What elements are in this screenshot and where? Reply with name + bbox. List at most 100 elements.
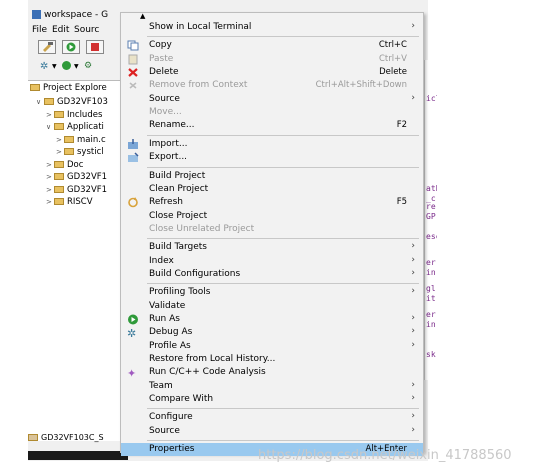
menu-item-label: Close Unrelated Project (149, 223, 255, 234)
menu-item-export[interactable]: Export... (121, 151, 423, 164)
menu-item-copy[interactable]: Copy Ctrl+C (121, 39, 423, 52)
project-icon (28, 434, 38, 441)
svg-text:✲: ✲ (127, 327, 136, 338)
editor-text: esc (426, 232, 437, 241)
folder-icon (54, 160, 64, 168)
chevron-right-icon[interactable]: > (46, 111, 54, 119)
menu-item-team[interactable]: Team › (121, 380, 423, 393)
menu-item-rename[interactable]: Rename... F2 (121, 119, 423, 132)
menu-item-source[interactable]: Source › (121, 425, 423, 438)
chevron-down-icon[interactable]: ∨ (46, 123, 54, 131)
menu-item-refresh[interactable]: Refresh F5 (121, 196, 423, 209)
menu-item-clean-project[interactable]: Clean Project (121, 183, 423, 196)
menu-item-import[interactable]: Import... (121, 138, 423, 151)
menu-item-show-in-local-terminal[interactable]: Show in Local Terminal › (121, 21, 423, 34)
menu-item-label: Debug As (149, 327, 193, 338)
remove-context-icon (127, 80, 139, 91)
profile-toolbar-icon[interactable]: ⚙ (84, 61, 92, 71)
menu-item-compare-with[interactable]: Compare With › (121, 393, 423, 406)
menu-item-run-c-c-code-analysis[interactable]: ✦ Run C/C++ Code Analysis (121, 366, 423, 380)
editor-text: er (426, 310, 436, 319)
chevron-down-icon[interactable]: ∨ (36, 98, 44, 106)
menu-item-label: Run C/C++ Code Analysis (149, 367, 266, 378)
bottom-status: GD32VF103C_S (28, 433, 123, 447)
chevron-right-icon: › (411, 286, 415, 297)
editor-text: GP (426, 212, 436, 221)
menu-item-label: Validate (149, 300, 186, 311)
window-title: workspace - G (44, 10, 109, 20)
menu-item-shortcut: Delete (379, 67, 407, 78)
eclipse-logo-icon (32, 10, 41, 19)
menu-item-build-targets[interactable]: Build Targets › (121, 241, 423, 254)
menu-item-source[interactable]: Source › (121, 93, 423, 106)
run-button[interactable] (62, 40, 80, 54)
chevron-right-icon[interactable]: > (46, 198, 54, 206)
menu-item-label: Rename... (149, 120, 195, 131)
bottom-project-label: GD32VF103C_S (41, 433, 104, 442)
menu-item-run-as[interactable]: Run As › (121, 313, 423, 326)
menu-item-build-configurations[interactable]: Build Configurations › (121, 268, 423, 281)
menu-item-restore-from-local-history[interactable]: Restore from Local History... (121, 353, 423, 366)
menu-item-label: Source (149, 425, 180, 436)
folder-icon (54, 185, 64, 193)
menu-item-close-project[interactable]: Close Project (121, 210, 423, 223)
scroll-up-icon[interactable]: ▲ (140, 12, 145, 20)
debug-toolbar-icon[interactable]: ✲ (40, 61, 48, 72)
menu-source[interactable]: Sourc (74, 25, 99, 35)
editor-text: iclu (426, 94, 437, 103)
tree-item[interactable]: ∨ Applicati (46, 122, 104, 134)
menu-item-configure[interactable]: Configure › (121, 411, 423, 424)
tree-item-label: Applicati (67, 122, 104, 132)
chevron-right-icon: › (411, 393, 415, 404)
explorer-tab[interactable]: Project Explore (30, 83, 107, 95)
folder-icon (54, 123, 64, 130)
tree-item[interactable]: > GD32VF1 (46, 185, 107, 197)
chevron-right-icon: › (411, 313, 415, 323)
hammer-build-button[interactable] (38, 40, 56, 54)
run-toolbar-icon[interactable] (62, 61, 71, 70)
menu-edit[interactable]: Edit (52, 25, 69, 35)
tree-item[interactable]: > main.c (56, 135, 106, 147)
menu-item-delete[interactable]: Delete Delete (121, 66, 423, 79)
menu-item-label: Paste (149, 53, 174, 64)
chevron-right-icon[interactable]: > (46, 186, 54, 194)
menu-item-label: Delete (149, 67, 179, 78)
tree-item[interactable]: > Doc (46, 160, 83, 172)
chevron-down-icon[interactable]: ▼ (52, 63, 57, 70)
editor-fragment: icluathe_creGPesceringliterinsk (424, 60, 437, 380)
tree-item-label: Includes (67, 109, 103, 120)
menu-item-close-unrelated-project: Close Unrelated Project (121, 223, 423, 236)
chevron-right-icon: › (411, 339, 415, 350)
menu-item-profiling-tools[interactable]: Profiling Tools › (121, 286, 423, 299)
menu-item-profile-as[interactable]: Profile As › (121, 340, 423, 353)
menu-item-label: Refresh (149, 197, 183, 208)
stop-button[interactable] (86, 40, 104, 54)
chevron-down-icon[interactable]: ▼ (74, 63, 79, 70)
menu-file[interactable]: File (32, 25, 47, 35)
menu-item-validate[interactable]: Validate (121, 300, 423, 313)
run-icon (127, 314, 139, 325)
tree-item[interactable]: > GD32VF1 (46, 172, 107, 184)
menu-item-label: Build Configurations (149, 268, 241, 279)
project-explorer: Project Explore ∨ GD32VF103 > Includes ∨ Appl… (28, 80, 123, 441)
menu-separator (147, 408, 419, 410)
tree-item[interactable]: > Includes (46, 110, 102, 122)
menu-item-shortcut: Ctrl+V (378, 53, 407, 64)
folder-icon (54, 198, 64, 205)
menu-item-build-project[interactable]: Build Project (121, 170, 423, 183)
editor-text: it (426, 294, 436, 303)
debug-icon: ✲ (127, 327, 139, 340)
menu-item-debug-as[interactable]: ✲ Debug As › (121, 326, 423, 340)
menu-item-label: Close Project (149, 210, 208, 221)
menu-item-label: Configure (149, 412, 193, 423)
tree-item[interactable]: > systicl (56, 147, 104, 159)
chevron-right-icon[interactable]: > (46, 173, 54, 181)
tree-item[interactable]: ∨ GD32VF103 (36, 97, 108, 109)
menu-item-label: Import... (149, 138, 188, 149)
chevron-right-icon[interactable]: > (56, 148, 64, 156)
menu-item-label: Run As (149, 314, 180, 324)
chevron-right-icon[interactable]: > (56, 136, 64, 144)
chevron-right-icon[interactable]: > (46, 161, 54, 169)
tree-item[interactable]: > RISCV (46, 197, 93, 209)
menu-item-index[interactable]: Index › (121, 255, 423, 268)
